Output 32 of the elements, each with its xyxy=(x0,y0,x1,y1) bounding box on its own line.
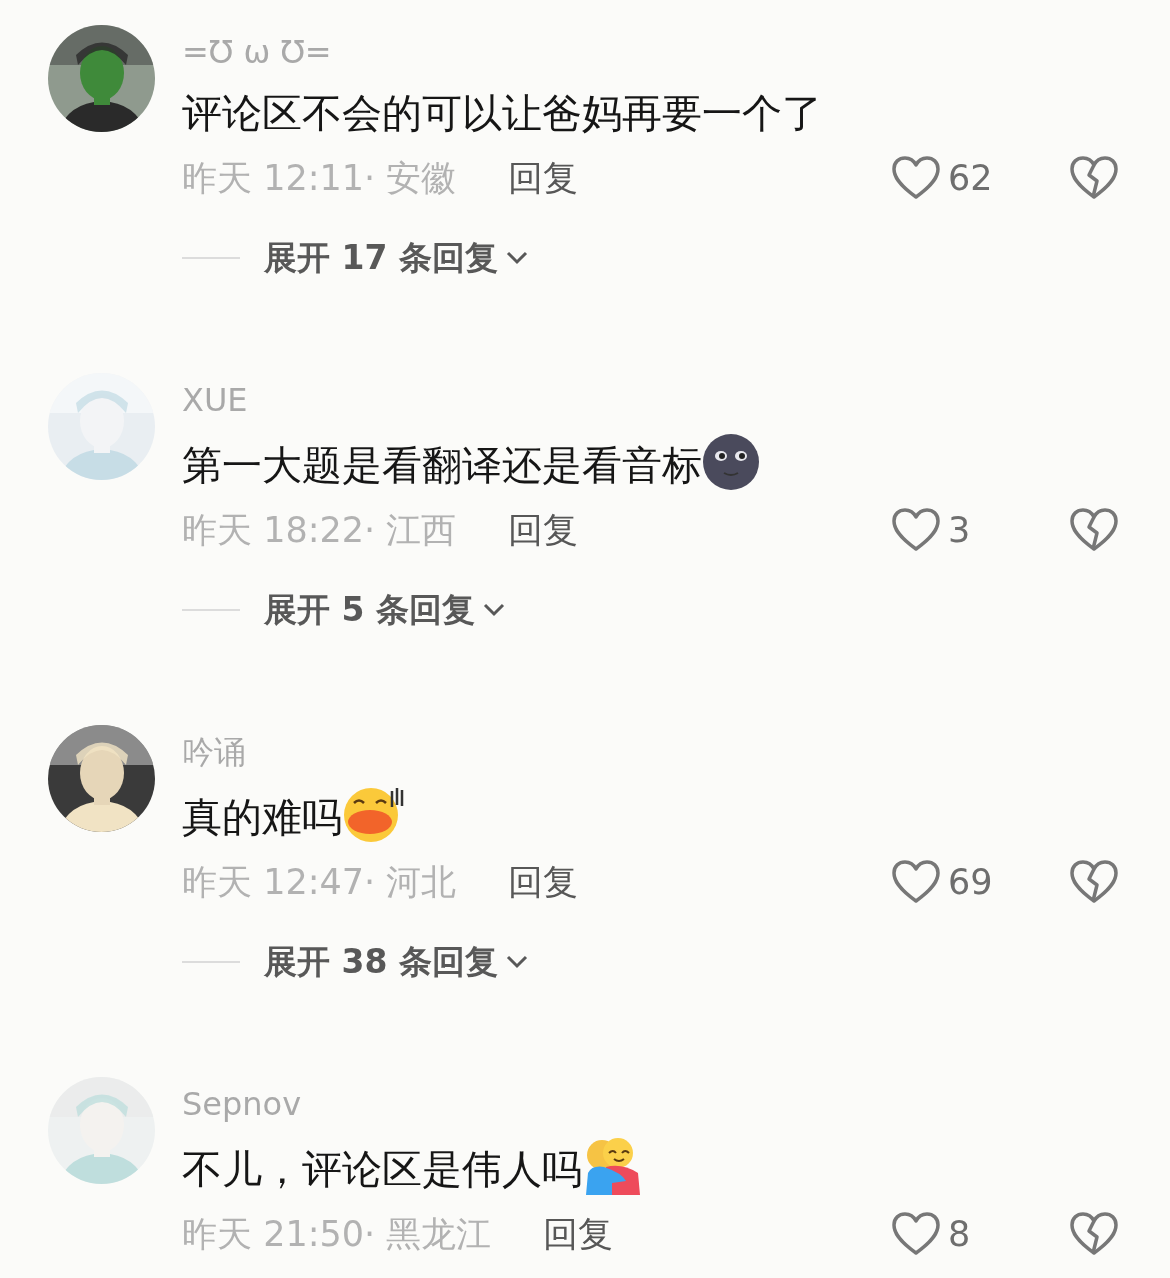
timestamp-location: 昨天 18:22· 江西 xyxy=(182,508,457,552)
broken-heart-icon[interactable] xyxy=(1070,1212,1118,1256)
timestamp-location: 昨天 12:11· 安徽 xyxy=(182,156,457,200)
heart-icon[interactable] xyxy=(892,860,940,904)
expand-replies-button[interactable]: 展开 38 条回复 xyxy=(264,939,528,985)
comment-text: 第一大题是看翻译还是看音标 xyxy=(182,433,1118,493)
heart-icon[interactable] xyxy=(892,508,940,552)
timestamp-location: 昨天 12:47· 河北 xyxy=(182,860,457,904)
timestamp-location: 昨天 21:50· 黑龙江 xyxy=(182,1212,492,1256)
chevron-down-icon xyxy=(505,955,528,969)
expand-replies-button[interactable]: 展开 17 条回复 xyxy=(264,235,528,281)
chevron-down-icon xyxy=(482,603,505,617)
comment-text: 评论区不会的可以让爸妈再要一个了 xyxy=(182,89,823,138)
reply-button[interactable]: 回复 xyxy=(543,1210,614,1257)
reply-button[interactable]: 回复 xyxy=(508,506,579,554)
broken-heart-icon[interactable] xyxy=(1070,156,1118,200)
reply-button[interactable]: 回复 xyxy=(508,154,579,202)
broken-heart-icon[interactable] xyxy=(1070,860,1118,904)
like-count: 8 xyxy=(948,1214,971,1254)
heart-icon[interactable] xyxy=(892,1212,940,1256)
like-count: 69 xyxy=(948,862,993,902)
duck-face-icon xyxy=(342,785,406,843)
broken-heart-icon[interactable] xyxy=(1070,508,1118,552)
like-count: 3 xyxy=(948,510,971,550)
reply-button[interactable]: 回复 xyxy=(508,858,579,906)
like-count: 62 xyxy=(948,158,993,198)
chevron-down-icon xyxy=(505,251,528,265)
expand-replies-button[interactable]: 展开 5 条回复 xyxy=(264,587,505,633)
moon-face-icon xyxy=(702,433,760,491)
comment-text: 不儿，评论区是伟人吗 xyxy=(182,1137,1118,1197)
comment-text: 真的难吗 xyxy=(182,785,1118,845)
heart-icon[interactable] xyxy=(892,156,940,200)
